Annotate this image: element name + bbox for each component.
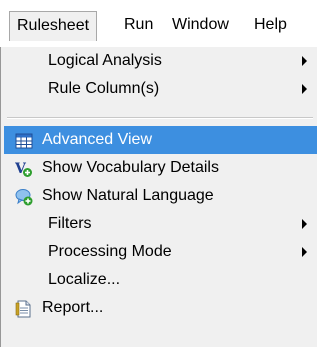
speech-bubble-add-icon (15, 188, 33, 206)
menu-item-label: Report... (42, 299, 104, 316)
menu-item-show-vocabulary-details[interactable]: V Show Vocabulary Details (4, 154, 317, 182)
menu-item-advanced-view[interactable]: Advanced View (4, 126, 317, 154)
menu-help[interactable]: Help (248, 11, 293, 41)
menu-item-label: Processing Mode (48, 243, 172, 260)
menu-item-localize[interactable]: Localize... (4, 266, 317, 294)
menu-item-processing-mode[interactable]: Processing Mode (4, 238, 317, 266)
menu-item-logical-analysis[interactable]: Logical Analysis (4, 47, 317, 75)
submenu-arrow-icon (302, 84, 307, 94)
vocabulary-add-icon: V (14, 160, 33, 178)
menu-rulesheet[interactable]: Rulesheet (9, 11, 98, 41)
menu-item-report[interactable]: Report... (4, 294, 317, 322)
menu-item-label: Localize... (48, 271, 121, 288)
menu-run[interactable]: Run (118, 11, 159, 41)
submenu-arrow-icon (302, 56, 307, 66)
submenu-arrow-icon (302, 247, 307, 257)
menu-window[interactable]: Window (166, 11, 235, 41)
menu-item-filters[interactable]: Filters (4, 210, 317, 238)
menu-item-label: Show Vocabulary Details (42, 159, 219, 176)
report-document-icon (15, 300, 33, 318)
menu-item-label: Advanced View (42, 131, 152, 148)
menu-item-label: Logical Analysis (48, 52, 162, 69)
submenu-arrow-icon (302, 219, 307, 229)
table-grid-icon (15, 132, 33, 150)
rulesheet-dropdown-menu: Logical Analysis Rule Column(s) Advanced… (0, 47, 317, 347)
menu-item-show-natural-language[interactable]: Show Natural Language (4, 182, 317, 210)
menu-item-label: Show Natural Language (42, 187, 214, 204)
menu-separator (7, 117, 313, 119)
menu-item-rule-columns[interactable]: Rule Column(s) (4, 75, 317, 103)
menu-item-label: Rule Column(s) (48, 80, 160, 97)
menu-bar: Rulesheet Run Window Help (0, 0, 317, 48)
menu-item-label: Filters (48, 215, 92, 232)
